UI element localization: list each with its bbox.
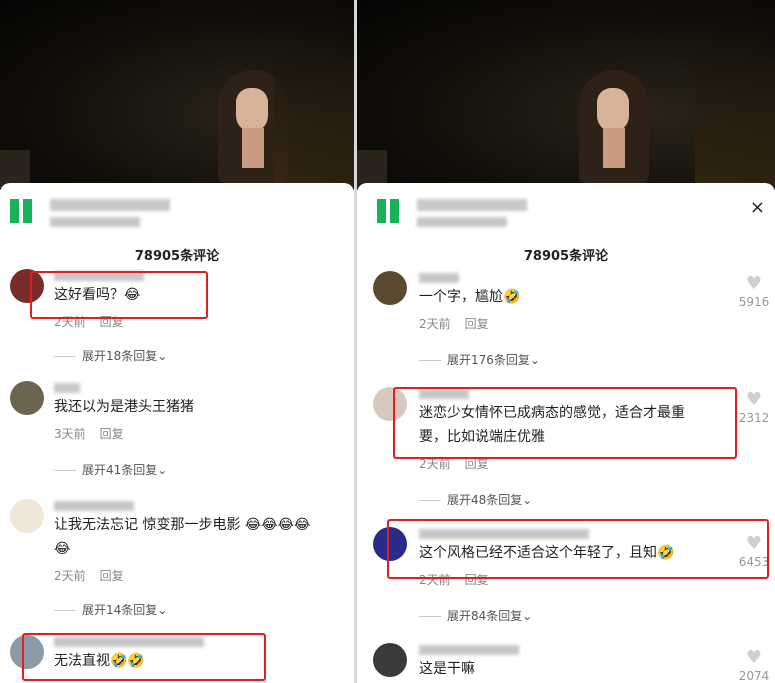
close-icon[interactable]: × (750, 197, 765, 218)
comment-time: 2天前 (54, 569, 86, 583)
highlight-box (393, 387, 737, 459)
comment-time: 3天前 (54, 427, 86, 441)
heart-icon: ♥ (745, 389, 763, 410)
comment-count: 78905条评论 (523, 249, 609, 264)
reply-button[interactable]: 回复 (100, 569, 124, 583)
blurred-ad-subtitle (417, 217, 507, 227)
comment-text: 这是干嘛 (419, 661, 475, 677)
expand-replies[interactable]: 展开41条回复⌄ (54, 461, 167, 478)
avatar[interactable] (373, 643, 407, 677)
chevron-down-icon: ⌄ (522, 609, 533, 623)
comment-meta: 3天前 回复 (54, 425, 124, 442)
heart-icon: ♥ (745, 273, 763, 294)
blurred-ad-subtitle (50, 217, 140, 227)
comment-text: 我还以为是港头王猪猪 (54, 399, 194, 415)
comment-sheet: 78905条评论 这好看吗？😂 2天前 回复 展开18条回复⌄ 我还以为是港头王猪… (0, 183, 354, 683)
highlight-box (30, 271, 208, 319)
comment-time: 2天前 (419, 317, 451, 331)
comment-time: 2天前 (419, 457, 451, 471)
expand-replies[interactable]: 展开176条回复⌄ (419, 351, 540, 368)
avatar[interactable] (10, 381, 44, 415)
username[interactable] (54, 501, 134, 511)
like-button[interactable]: ♥ 2074 (737, 647, 771, 683)
comment-sheet: × 78905条评论 一个字，尴尬🤣 2天前 回复 展开176条回复⌄ ♥ 5916… (357, 183, 775, 683)
like-button[interactable]: ♥ 2312 (737, 389, 771, 425)
video-player[interactable] (0, 0, 354, 190)
highlight-box (22, 633, 266, 681)
comment-text: 一个字，尴尬🤣 (419, 289, 521, 305)
left-screenshot: 78905条评论 这好看吗？😂 2天前 回复 展开18条回复⌄ 我还以为是港头王猪… (0, 0, 354, 683)
expand-replies[interactable]: 展开18条回复⌄ (54, 347, 167, 364)
app-logo-icon (377, 199, 403, 223)
avatar[interactable] (10, 499, 44, 533)
stage-decor (695, 60, 775, 190)
app-logo-icon (10, 199, 36, 223)
reply-button[interactable]: 回复 (465, 457, 489, 471)
username[interactable] (54, 383, 80, 393)
comment-text: 让我无法忘记 惊变那一步电影 😂😂😂😂 😂 (54, 517, 311, 557)
right-screenshot: × 78905条评论 一个字，尴尬🤣 2天前 回复 展开176条回复⌄ ♥ 5916… (357, 0, 775, 683)
username[interactable] (419, 273, 459, 283)
video-player[interactable] (357, 0, 775, 190)
comment-meta: 2天前 回复 (419, 315, 489, 332)
comment-meta: 2天前 回复 (54, 567, 124, 584)
video-person (579, 70, 649, 185)
reply-button[interactable]: 回复 (465, 317, 489, 331)
chevron-down-icon: ⌄ (522, 493, 533, 507)
stage-decor (274, 60, 354, 190)
like-button[interactable]: ♥ 5916 (737, 273, 771, 309)
comment-count: 78905条评论 (134, 249, 220, 264)
expand-replies[interactable]: 展开14条回复⌄ (54, 601, 167, 618)
highlight-box (387, 519, 769, 579)
blurred-ad-title (417, 199, 527, 211)
chevron-down-icon: ⌄ (157, 349, 168, 363)
expand-replies[interactable]: 展开84条回复⌄ (419, 607, 532, 624)
expand-replies[interactable]: 展开48条回复⌄ (419, 491, 532, 508)
username[interactable] (419, 645, 519, 655)
avatar[interactable] (373, 271, 407, 305)
chevron-down-icon: ⌄ (157, 603, 168, 617)
chevron-down-icon: ⌄ (529, 353, 540, 367)
chevron-down-icon: ⌄ (157, 463, 168, 477)
blurred-ad-title (50, 199, 170, 211)
reply-button[interactable]: 回复 (100, 427, 124, 441)
heart-icon: ♥ (745, 647, 763, 668)
